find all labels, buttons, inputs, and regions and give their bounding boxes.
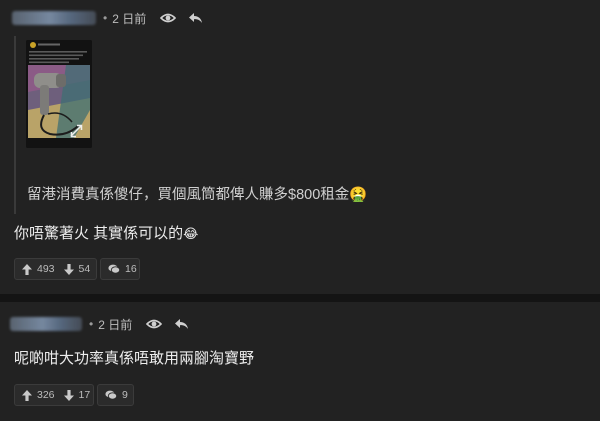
- reply-icon[interactable]: [188, 12, 203, 24]
- comment-icon: [105, 390, 117, 400]
- post-separator: [0, 294, 600, 302]
- meta-dot: •: [89, 317, 94, 331]
- meta-dot: •: [103, 11, 108, 25]
- comment-icon: [108, 264, 120, 274]
- quoted-text-content: 留港消費真係傻仔，買個風筒都俾人賺多$800租金: [27, 187, 350, 203]
- arrow-down-icon[interactable]: [63, 389, 74, 401]
- post-meta: • 2 日前: [12, 8, 203, 28]
- comment-count: 16: [125, 263, 137, 275]
- vote-group: 326 17: [14, 384, 94, 406]
- comment-post: • 2 日前 留港消費真係傻仔，買個風筒都俾人賺多$800租金🤮 你唔驚著火 其…: [0, 0, 600, 294]
- emoji-laugh: 😂: [183, 226, 199, 241]
- eye-icon[interactable]: [160, 12, 177, 24]
- quoted-image-thumbnail[interactable]: [26, 40, 92, 148]
- arrow-up-icon[interactable]: [22, 389, 32, 401]
- upvote-count: 493: [37, 263, 55, 275]
- comment-post: • 2 日前 呢啲咁大功率真係唔敢用兩腳淘寶野 326 17 9: [0, 302, 600, 421]
- post-body: 呢啲咁大功率真係唔敢用兩腳淘寶野: [14, 347, 254, 368]
- vote-group: 493 54: [14, 258, 97, 280]
- post-body-text: 你唔驚著火 其實係可以的: [14, 225, 184, 242]
- arrow-up-icon[interactable]: [22, 263, 32, 275]
- comment-count: 9: [122, 389, 128, 401]
- quoted-text: 留港消費真係傻仔，買個風筒都俾人賺多$800租金🤮: [27, 183, 367, 204]
- downvote-count: 17: [78, 389, 91, 401]
- upvote-count: 326: [37, 389, 55, 401]
- post-time: 2 日前: [112, 11, 147, 26]
- post-body-text: 呢啲咁大功率真係唔敢用兩腳淘寶野: [14, 350, 255, 367]
- emoji-vomit: 🤮: [349, 187, 368, 203]
- comments-button[interactable]: 9: [97, 384, 134, 406]
- post-body: 你唔驚著火 其實係可以的😂: [14, 222, 198, 243]
- reply-icon[interactable]: [174, 318, 189, 330]
- comments-button[interactable]: 16: [100, 258, 140, 280]
- arrow-down-icon[interactable]: [63, 263, 74, 275]
- quote-bar: [14, 36, 16, 214]
- post-meta: • 2 日前: [10, 314, 189, 334]
- post-time: 2 日前: [98, 317, 133, 332]
- eye-icon[interactable]: [146, 318, 163, 330]
- username-blurred[interactable]: [12, 11, 96, 25]
- username-blurred[interactable]: [10, 317, 82, 331]
- downvote-count: 54: [78, 263, 91, 275]
